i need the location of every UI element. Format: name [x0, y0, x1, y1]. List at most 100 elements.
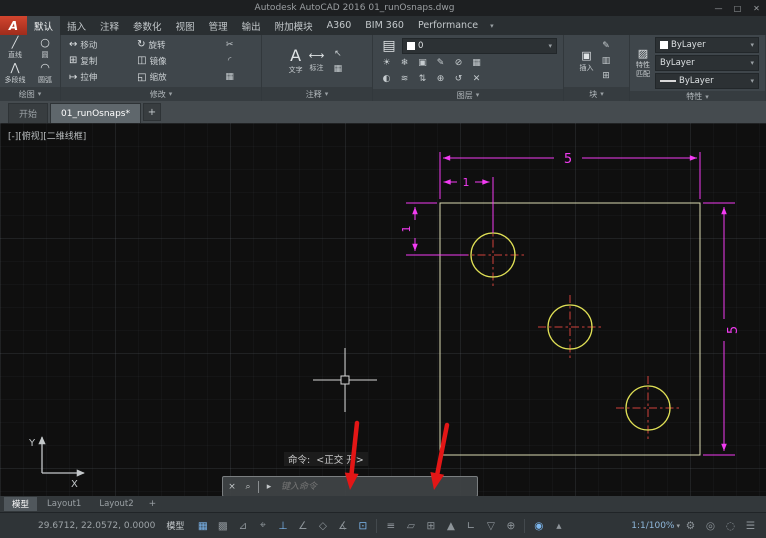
close-button[interactable]: ✕	[747, 1, 766, 16]
move-button[interactable]: ↔ 移动	[69, 39, 129, 51]
arc-button[interactable]: ◠ 圆弧	[31, 62, 59, 85]
dynamic-input-toggle[interactable]: ⌖	[253, 516, 272, 535]
ribbon-options-icon[interactable]: ▾	[485, 16, 499, 35]
panel-label-draw[interactable]: 绘图 ▾	[0, 87, 60, 101]
text-button[interactable]: A 文字	[289, 47, 303, 75]
copy-button[interactable]: ⊞ 复制	[69, 55, 129, 67]
dimension-right-height[interactable]: 5	[703, 203, 741, 455]
tab-performance[interactable]: Performance	[411, 16, 485, 35]
tab-default[interactable]: 默认	[27, 16, 60, 35]
model-space-canvas[interactable]: [-][俯视][二维线框]	[0, 123, 766, 496]
layer-on-icon[interactable]: ☀	[379, 56, 394, 70]
create-block-icon[interactable]: ✎	[599, 39, 614, 53]
tab-parametric[interactable]: 参数化	[126, 16, 169, 35]
grid-toggle[interactable]: ▦	[193, 516, 212, 535]
stretch-button[interactable]: ↦ 拉伸	[69, 71, 129, 83]
transparency-toggle[interactable]: ▱	[401, 516, 420, 535]
leader-button[interactable]: ↖	[330, 47, 345, 61]
tab-annotate[interactable]: 注释	[93, 16, 126, 35]
app-menu-button[interactable]: A	[0, 16, 27, 35]
polar-tracking-toggle[interactable]: ∠	[293, 516, 312, 535]
trim-button[interactable]: ✂	[206, 38, 253, 52]
dimension-button[interactable]: ⟷ 标注	[309, 50, 325, 73]
ortho-toggle[interactable]: ⊥	[273, 516, 292, 535]
annotation-monitor-toggle[interactable]: ◎	[701, 516, 720, 535]
new-drawing-button[interactable]: +	[143, 103, 161, 121]
edit-block-icon[interactable]: ▥	[599, 54, 614, 68]
tab-view[interactable]: 视图	[169, 16, 202, 35]
object-snap-toggle[interactable]: ⊡	[353, 516, 372, 535]
ucs-icon[interactable]: Y X	[28, 437, 84, 490]
layer-isolate-icon[interactable]: ◐	[379, 72, 394, 86]
array-button[interactable]: ▦	[206, 70, 253, 84]
minimize-button[interactable]: —	[709, 1, 728, 16]
mirror-button[interactable]: ◫ 镜像	[137, 55, 198, 67]
annotation-visibility-toggle[interactable]: ◉	[529, 516, 548, 535]
object-color-dropdown[interactable]: ByLayer ▾	[655, 37, 759, 53]
annotation-autoscale-toggle[interactable]: ▴	[549, 516, 568, 535]
layer-freeze-icon[interactable]: ❄	[397, 56, 412, 70]
layer-merge-icon[interactable]: ⊕	[433, 72, 448, 86]
file-tab-drawing[interactable]: 01_runOsnaps*	[50, 103, 141, 123]
customization-menu-button[interactable]: ☰	[741, 516, 760, 535]
selection-cycling-toggle[interactable]: ⊞	[421, 516, 440, 535]
table-button[interactable]: ▦	[330, 62, 345, 76]
infer-constraints-toggle[interactable]: ⊿	[233, 516, 252, 535]
isometric-drafting-toggle[interactable]: ◇	[313, 516, 332, 535]
command-close-icon[interactable]: ×	[226, 482, 238, 492]
match-properties-button[interactable]: ▨ 特性 匹配	[636, 48, 650, 78]
snap-toggle[interactable]: ▩	[213, 516, 232, 535]
layer-edit-icon[interactable]: ✎	[433, 56, 448, 70]
hole-circle-2[interactable]	[538, 295, 602, 359]
dynamic-ucs-toggle[interactable]: ∟	[461, 516, 480, 535]
layout-tab-model[interactable]: 模型	[4, 497, 37, 511]
fillet-button[interactable]: ◜	[206, 54, 253, 68]
dimension-top-width[interactable]: 5	[440, 152, 700, 199]
layer-match-icon[interactable]: ▦	[469, 56, 484, 70]
scale-button[interactable]: ◱ 缩放	[137, 71, 198, 83]
tab-bim360[interactable]: BIM 360	[358, 16, 411, 35]
workspace-switching-button[interactable]: ⚙	[681, 516, 700, 535]
new-layout-button[interactable]: +	[144, 499, 162, 509]
tab-a360[interactable]: A360	[320, 16, 359, 35]
polyline-button[interactable]: ⋀ 多段线	[1, 62, 29, 85]
dimension-left-offset[interactable]: 1	[400, 203, 468, 255]
model-space-indicator[interactable]: 模型	[166, 519, 184, 532]
command-input[interactable]	[279, 481, 474, 493]
lineweight-toggle[interactable]: ≡	[381, 516, 400, 535]
rotate-button[interactable]: ↻ 旋转	[137, 39, 198, 51]
object-snap-tracking-toggle[interactable]: ∡	[333, 516, 352, 535]
circle-button[interactable]: ○ 圆	[31, 37, 59, 60]
panel-label-modify[interactable]: 修改 ▾	[61, 87, 261, 101]
gizmo-toggle[interactable]: ⊕	[501, 516, 520, 535]
block-attributes-icon[interactable]: ⊞	[599, 69, 614, 83]
tab-output[interactable]: 输出	[235, 16, 268, 35]
panel-label-annotation[interactable]: 注释 ▾	[262, 87, 372, 101]
panel-label-block[interactable]: 块 ▾	[564, 87, 629, 101]
lineweight-dropdown[interactable]: ByLayer ▾	[655, 55, 759, 71]
layer-dropdown[interactable]: 0 ▾	[402, 38, 557, 54]
layer-restore-icon[interactable]: ↺	[451, 72, 466, 86]
maximize-button[interactable]: □	[728, 1, 747, 16]
linetype-dropdown[interactable]: ByLayer ▾	[655, 73, 759, 89]
layout-tab-layout1[interactable]: Layout1	[39, 497, 89, 511]
selection-filtering-toggle[interactable]: ▽	[481, 516, 500, 535]
isolate-objects-button[interactable]: ◌	[721, 516, 740, 535]
line-button[interactable]: ╱ 直线	[1, 37, 29, 60]
insert-block-button[interactable]: ▣ 插入	[580, 50, 594, 73]
viewport-controls[interactable]: [-][俯视][二维线框]	[8, 129, 86, 142]
panel-label-layers[interactable]: 图层 ▾	[373, 89, 563, 101]
command-search-icon[interactable]: ⌕	[242, 482, 254, 492]
annotation-scale-control[interactable]: 1:1/100% ▾	[631, 521, 680, 531]
tab-manage[interactable]: 管理	[202, 16, 235, 35]
file-tab-start[interactable]: 开始	[8, 103, 48, 123]
coordinate-readout[interactable]: 29.6712, 22.0572, 0.0000	[38, 521, 155, 531]
tab-addins[interactable]: 附加模块	[268, 16, 320, 35]
dimension-top-offset[interactable]: 1	[444, 176, 494, 233]
layer-swap-icon[interactable]: ⇅	[415, 72, 430, 86]
command-line-bar[interactable]: × ⌕ ▸	[222, 476, 478, 496]
layer-delete-icon[interactable]: ✕	[469, 72, 484, 86]
3d-object-snap-toggle[interactable]: ▲	[441, 516, 460, 535]
layer-lock-icon[interactable]: ▣	[415, 56, 430, 70]
layer-walk-icon[interactable]: ≋	[397, 72, 412, 86]
